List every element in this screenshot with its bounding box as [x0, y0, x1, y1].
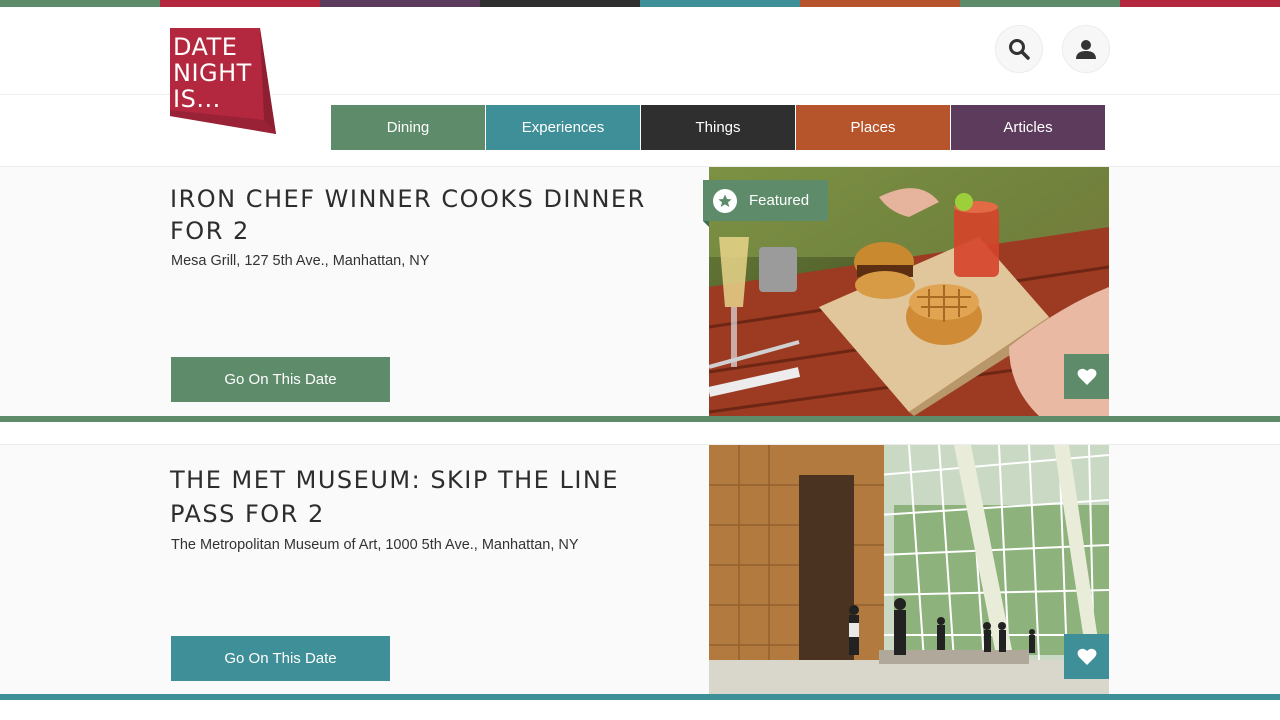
card-address: The Metropolitan Museum of Art, 1000 5th…	[171, 537, 579, 553]
nav-item-things[interactable]: Things	[641, 105, 795, 150]
favorite-button[interactable]	[1064, 354, 1109, 399]
heart-icon	[1077, 648, 1096, 665]
card-address: Mesa Grill, 127 5th Ave., Manhattan, NY	[171, 253, 430, 269]
favorite-button[interactable]	[1064, 634, 1109, 679]
nav-item-dining[interactable]: Dining	[331, 105, 485, 150]
card-title[interactable]: IRON CHEF WINNER COOKS DINNER FOR 2	[170, 183, 650, 247]
logo-line-3: IS...	[173, 85, 221, 113]
site-logo[interactable]: DATE NIGHT IS...	[170, 28, 276, 134]
site-header: DATE NIGHT IS... Dining Experiences Thin…	[0, 7, 1280, 167]
date-card: THE MET MUSEUM: SKIP THE LINE PASS FOR 2…	[0, 445, 1280, 694]
museum-photo[interactable]	[709, 445, 1109, 694]
search-button[interactable]	[995, 25, 1043, 73]
go-on-this-date-button[interactable]: Go On This Date	[171, 636, 390, 681]
user-icon	[1076, 40, 1096, 59]
logo-line-1: DATE	[173, 33, 238, 61]
category-nav: Dining Experiences Things Places Article…	[331, 105, 1105, 150]
logo-line-2: NIGHT	[173, 59, 252, 87]
nav-item-experiences[interactable]: Experiences	[486, 105, 640, 150]
user-account-button[interactable]	[1062, 25, 1110, 73]
featured-badge: Featured	[703, 180, 828, 221]
go-on-this-date-button[interactable]: Go On This Date	[171, 357, 390, 402]
nav-item-places[interactable]: Places	[796, 105, 950, 150]
logo-text: DATE NIGHT IS...	[173, 34, 252, 112]
heart-icon	[1077, 368, 1096, 385]
card-title[interactable]: THE MET MUSEUM: SKIP THE LINE PASS FOR 2	[170, 463, 650, 531]
search-icon	[1009, 39, 1030, 60]
featured-label: Featured	[749, 192, 810, 209]
date-card: IRON CHEF WINNER COOKS DINNER FOR 2 Mesa…	[0, 167, 1280, 416]
top-color-stripe	[0, 0, 1280, 7]
nav-item-articles[interactable]: Articles	[951, 105, 1105, 150]
star-icon	[713, 188, 737, 213]
